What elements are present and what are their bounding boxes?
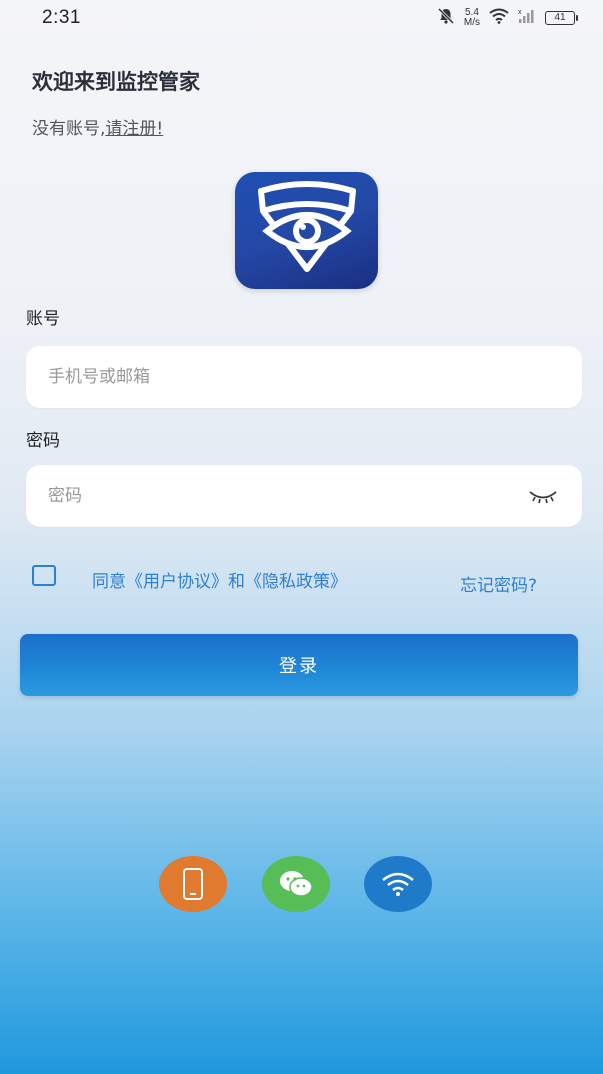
agreement-row: 同意《用户协议》和《隐私政策》 忘记密码?: [32, 563, 562, 596]
login-button[interactable]: 登录: [20, 634, 578, 696]
account-field[interactable]: [26, 346, 582, 408]
agreement-text[interactable]: 同意《用户协议》和《隐私政策》: [92, 567, 347, 592]
status-bar: 2:31 5.4 M/s x 41: [0, 0, 603, 36]
account-input[interactable]: [48, 367, 560, 387]
status-icons: 5.4 M/s x 41: [437, 7, 578, 29]
wechat-icon: [280, 871, 313, 897]
phone-icon: [183, 868, 203, 900]
net-speed: 5.4 M/s: [464, 8, 480, 28]
agreement-checkbox[interactable]: [32, 565, 56, 586]
wifi-icon: [382, 872, 414, 896]
eye-shield-logo: [257, 180, 356, 272]
signal-icon: x: [518, 8, 536, 28]
wechat-login-button[interactable]: [262, 856, 330, 912]
app-logo: [235, 172, 378, 289]
forgot-password-link[interactable]: 忘记密码?: [460, 571, 537, 596]
register-link[interactable]: 请注册!: [105, 119, 163, 139]
phone-login-button[interactable]: [159, 856, 227, 912]
password-field[interactable]: [26, 465, 582, 527]
no-account-text: 没有账号,: [32, 119, 106, 139]
svg-text:x: x: [518, 9, 522, 16]
eye-closed-icon[interactable]: [526, 484, 560, 508]
password-input[interactable]: [48, 486, 527, 506]
bell-muted-icon: [437, 7, 455, 29]
account-label: 账号: [26, 309, 60, 329]
status-time: 2:31: [42, 7, 81, 28]
net-speed-unit: M/s: [463, 17, 480, 28]
password-label: 密码: [26, 431, 60, 451]
wifi-login-button[interactable]: [364, 856, 432, 912]
welcome-title: 欢迎来到监控管家: [32, 70, 200, 94]
register-row: 没有账号,请注册!: [32, 114, 163, 139]
battery-icon: 41: [545, 11, 578, 25]
wifi-icon: [489, 8, 509, 28]
